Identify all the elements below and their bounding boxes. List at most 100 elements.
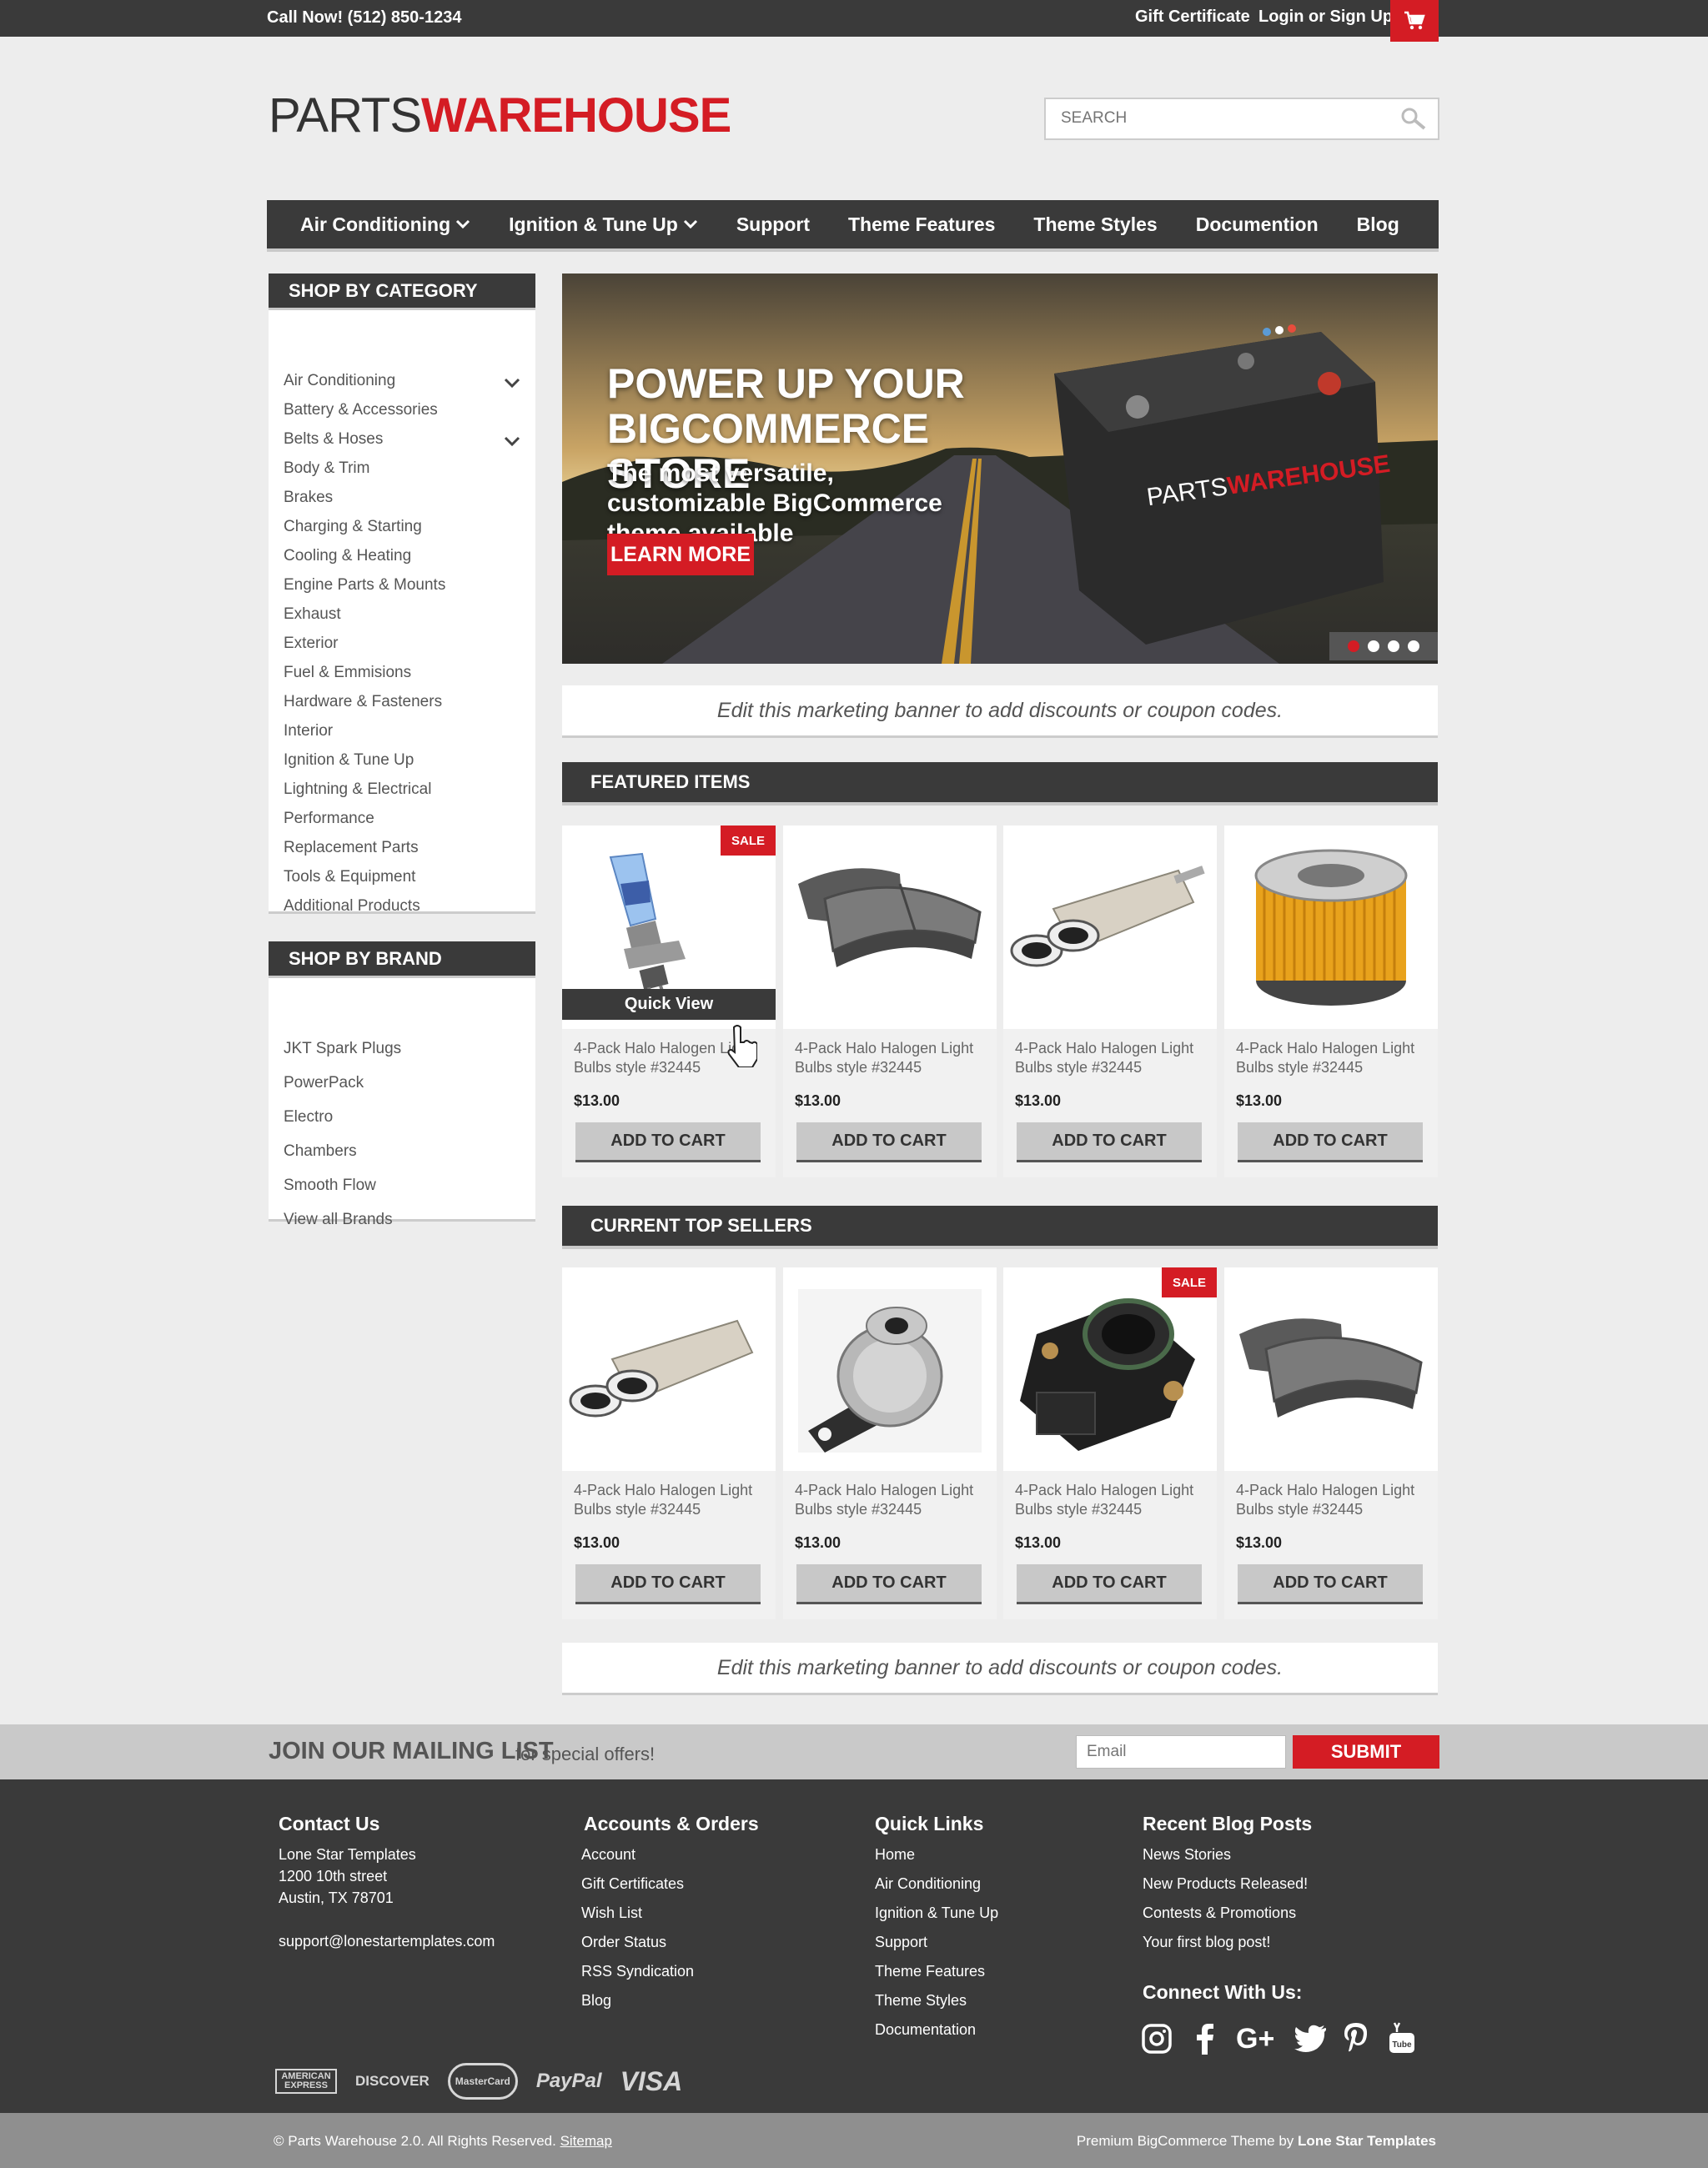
add-to-cart-button[interactable]: ADD TO CART: [1017, 1564, 1202, 1604]
brand-item[interactable]: PowerPack: [284, 1074, 364, 1092]
category-item[interactable]: Belts & Hoses: [284, 430, 383, 449]
category-item[interactable]: Charging & Starting: [284, 518, 422, 536]
product-image[interactable]: [1224, 1267, 1438, 1471]
carousel-dot[interactable]: [1368, 640, 1379, 652]
site-logo[interactable]: PARTSWAREHOUSE: [269, 88, 731, 143]
add-to-cart-button[interactable]: ADD TO CART: [1238, 1564, 1423, 1604]
learn-more-button[interactable]: LEARN MORE: [607, 534, 754, 575]
brand-item[interactable]: View all Brands: [284, 1211, 393, 1229]
hero-banner[interactable]: POWER UP YOUR BIGCOMMERCE STORE The most…: [562, 274, 1438, 664]
cart-button[interactable]: [1390, 0, 1439, 42]
product-name[interactable]: 4-Pack Halo Halogen Light Bulbs style #3…: [1236, 1481, 1433, 1519]
category-item[interactable]: Engine Parts & Mounts: [284, 576, 445, 595]
email-field[interactable]: [1076, 1735, 1286, 1769]
category-item[interactable]: Interior: [284, 722, 333, 740]
category-item[interactable]: Body & Trim: [284, 459, 369, 478]
footer-link[interactable]: Order Status: [581, 1934, 666, 1951]
product-name[interactable]: 4-Pack Halo Halogen Light Bulbs style #3…: [1015, 1039, 1212, 1077]
search-input[interactable]: [1046, 99, 1379, 138]
quick-view-button[interactable]: Quick View: [562, 989, 776, 1020]
add-to-cart-button[interactable]: ADD TO CART: [796, 1564, 982, 1604]
footer-link[interactable]: News Stories: [1143, 1846, 1231, 1864]
add-to-cart-button[interactable]: ADD TO CART: [575, 1564, 761, 1604]
nav-item-ignition[interactable]: Ignition & Tune Up: [509, 213, 698, 236]
product-name[interactable]: 4-Pack Halo Halogen Light Bulbs style #3…: [795, 1481, 992, 1519]
category-item[interactable]: Battery & Accessories: [284, 401, 438, 419]
brand-item[interactable]: JKT Spark Plugs: [284, 1040, 401, 1058]
carousel-dot[interactable]: [1388, 640, 1399, 652]
youtube-icon[interactable]: Tube: [1388, 2021, 1416, 2055]
product-image[interactable]: [1003, 1267, 1217, 1471]
nav-item-air-conditioning[interactable]: Air Conditioning: [300, 213, 470, 236]
product-name[interactable]: 4-Pack Halo Halogen Light Bulbs style #3…: [574, 1481, 771, 1519]
category-item[interactable]: Ignition & Tune Up: [284, 751, 414, 770]
contact-name: Lone Star Templates: [279, 1846, 416, 1863]
footer-link[interactable]: Your first blog post!: [1143, 1934, 1270, 1951]
product-image[interactable]: [783, 826, 997, 1029]
add-to-cart-button[interactable]: ADD TO CART: [1017, 1122, 1202, 1162]
footer-link[interactable]: New Products Released!: [1143, 1875, 1308, 1893]
facebook-icon[interactable]: [1194, 2023, 1216, 2055]
footer-link[interactable]: Wish List: [581, 1905, 642, 1922]
twitter-icon[interactable]: [1294, 2025, 1326, 2053]
nav-item-theme-features[interactable]: Theme Features: [848, 213, 995, 236]
category-item[interactable]: Performance: [284, 810, 374, 828]
category-item[interactable]: Fuel & Emmisions: [284, 664, 411, 682]
product-image[interactable]: [783, 1267, 997, 1471]
carousel-dot[interactable]: [1348, 640, 1359, 652]
category-item[interactable]: Lightning & Electrical: [284, 780, 431, 799]
search-icon[interactable]: [1399, 106, 1428, 131]
instagram-icon[interactable]: [1141, 2023, 1173, 2055]
category-item[interactable]: Exterior: [284, 635, 338, 653]
nav-item-support[interactable]: Support: [736, 213, 810, 236]
footer-link[interactable]: Theme Features: [875, 1963, 985, 1980]
footer-link[interactable]: Air Conditioning: [875, 1875, 981, 1893]
footer-link[interactable]: Account: [581, 1846, 635, 1864]
brand-item[interactable]: Chambers: [284, 1142, 357, 1161]
chevron-down-icon[interactable]: [504, 435, 520, 447]
chevron-down-icon[interactable]: [504, 377, 520, 389]
contact-email[interactable]: support@lonestartemplates.com: [279, 1933, 495, 1950]
footer-link[interactable]: Ignition & Tune Up: [875, 1905, 998, 1922]
add-to-cart-button[interactable]: ADD TO CART: [796, 1122, 982, 1162]
sitemap-link[interactable]: Sitemap: [560, 2133, 612, 2149]
nav-item-label: Theme Styles: [1033, 213, 1158, 235]
brand-item[interactable]: Smooth Flow: [284, 1177, 376, 1195]
product-name[interactable]: 4-Pack Halo Halogen Light Bulbs style #3…: [1236, 1039, 1433, 1077]
category-item[interactable]: Hardware & Fasteners: [284, 693, 442, 711]
category-item[interactable]: Cooling & Heating: [284, 547, 411, 565]
category-item[interactable]: Replacement Parts: [284, 839, 419, 857]
brand-item[interactable]: Electro: [284, 1108, 333, 1127]
footer-link[interactable]: Theme Styles: [875, 1992, 967, 2010]
logo-text-warehouse: WAREHOUSE: [421, 88, 731, 143]
category-item[interactable]: Additional Products: [284, 897, 420, 916]
gift-certificate-link[interactable]: Gift Certificate: [1135, 8, 1250, 27]
category-item[interactable]: Air Conditioning: [284, 372, 395, 390]
pinterest-icon[interactable]: [1343, 2021, 1369, 2055]
category-item[interactable]: Exhaust: [284, 605, 341, 624]
footer-link[interactable]: Support: [875, 1934, 927, 1951]
theme-credit-brand[interactable]: Lone Star Templates: [1298, 2133, 1436, 2149]
category-item[interactable]: Brakes: [284, 489, 333, 507]
footer-link[interactable]: Gift Certificates: [581, 1875, 684, 1893]
footer-link[interactable]: RSS Syndication: [581, 1963, 694, 1980]
add-to-cart-button[interactable]: ADD TO CART: [575, 1122, 761, 1162]
footer-link[interactable]: Contests & Promotions: [1143, 1905, 1296, 1922]
carousel-dot[interactable]: [1408, 640, 1419, 652]
add-to-cart-button[interactable]: ADD TO CART: [1238, 1122, 1423, 1162]
footer-link[interactable]: Home: [875, 1846, 915, 1864]
google-plus-icon[interactable]: G+: [1236, 2023, 1274, 2055]
product-image[interactable]: [562, 1267, 776, 1471]
product-image[interactable]: [1224, 826, 1438, 1029]
nav-item-theme-styles[interactable]: Theme Styles: [1033, 213, 1157, 236]
product-image[interactable]: [1003, 826, 1217, 1029]
footer-link[interactable]: Blog: [581, 1992, 611, 2010]
submit-button[interactable]: SUBMIT: [1293, 1735, 1439, 1769]
category-item[interactable]: Tools & Equipment: [284, 868, 415, 886]
login-link[interactable]: Login or Sign Up: [1258, 8, 1393, 27]
footer-link[interactable]: Documentation: [875, 2021, 976, 2039]
product-name[interactable]: 4-Pack Halo Halogen Light Bulbs style #3…: [1015, 1481, 1212, 1519]
product-name[interactable]: 4-Pack Halo Halogen Light Bulbs style #3…: [795, 1039, 992, 1077]
nav-item-documention[interactable]: Documention: [1196, 213, 1319, 236]
nav-item-blog[interactable]: Blog: [1357, 213, 1399, 236]
